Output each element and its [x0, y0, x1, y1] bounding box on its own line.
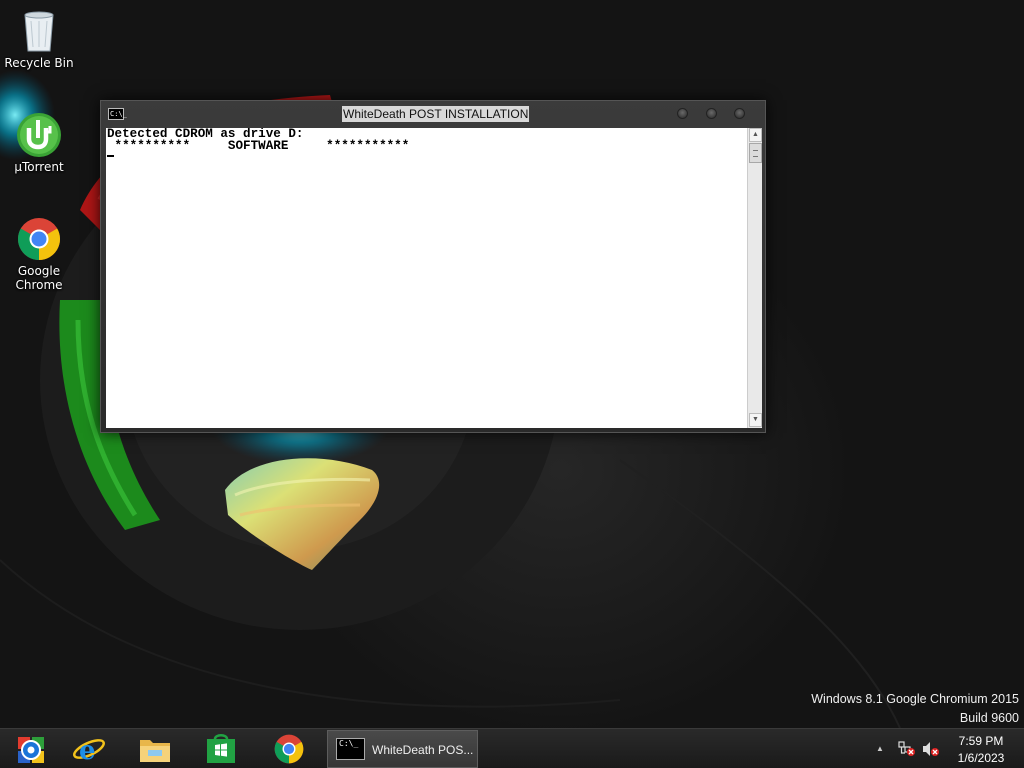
utorrent-icon [16, 112, 62, 158]
console-line: ********** SOFTWARE *********** [107, 139, 410, 153]
console-text: Detected CDROM as drive D: ********** SO… [106, 128, 747, 152]
console-output-area[interactable]: Detected CDROM as drive D: ********** SO… [106, 128, 747, 428]
scroll-up-arrow-icon[interactable]: ▲ [749, 128, 762, 142]
chrome-icon [16, 216, 62, 262]
close-button[interactable] [734, 108, 745, 119]
taskbar-pin-file-explorer[interactable] [124, 731, 186, 767]
media-center-icon [18, 737, 44, 763]
taskbar-task-label: WhiteDeath POS... [372, 743, 474, 757]
desktop-icon-google-chrome[interactable]: Google Chrome [4, 216, 74, 292]
desktop-icon-label: µTorrent [14, 160, 64, 174]
internet-explorer-icon: e [73, 736, 105, 765]
window-title-bar[interactable]: C:\_ WhiteDeath POST INSTALLATION [101, 101, 765, 127]
taskbar-clock[interactable]: 7:59 PM 1/6/2023 [950, 733, 1012, 767]
text-cursor [107, 155, 114, 157]
scroll-down-arrow-icon[interactable]: ▼ [749, 413, 762, 427]
volume-muted-icon[interactable] [922, 741, 940, 757]
taskbar: e C:\_ WhiteDeath POS... ▲ 7:59 PM 1/6/2… [0, 728, 1024, 768]
desktop-icon-label: Recycle Bin [4, 56, 74, 70]
recycle-bin-icon [16, 8, 62, 54]
windows-build-watermark: Windows 8.1 Google Chromium 2015 Build 9… [811, 690, 1019, 728]
maximize-button[interactable] [706, 108, 717, 119]
vertical-scrollbar[interactable]: ▲ ▼ [747, 128, 762, 428]
window-title: WhiteDeath POST INSTALLATION [342, 106, 530, 122]
taskbar-pin-windows-store[interactable] [190, 731, 252, 767]
taskbar-task-whitedeath-console[interactable]: C:\_ WhiteDeath POS... [327, 730, 478, 768]
windows-store-icon [207, 734, 235, 763]
minimize-button[interactable] [677, 108, 688, 119]
taskbar-pin-media-center[interactable] [0, 731, 62, 767]
watermark-line-2: Build 9600 [959, 711, 1019, 725]
taskbar-pin-google-chrome[interactable] [258, 731, 320, 767]
show-hidden-icons-chevron-icon[interactable]: ▲ [876, 744, 884, 753]
chrome-icon [274, 734, 304, 764]
desktop-icon-recycle-bin[interactable]: Recycle Bin [4, 8, 74, 70]
watermark-line-1: Windows 8.1 Google Chromium 2015 [811, 692, 1019, 706]
command-prompt-icon: C:\_ [336, 738, 365, 760]
console-window[interactable]: C:\_ WhiteDeath POST INSTALLATION Detect… [100, 100, 766, 433]
scrollbar-thumb[interactable] [749, 143, 762, 163]
svg-text:e: e [79, 736, 96, 765]
network-error-icon[interactable] [898, 741, 916, 757]
desktop-icon-label: Google Chrome [15, 264, 63, 292]
command-prompt-icon: C:\_ [108, 108, 127, 120]
desktop-icon-utorrent[interactable]: µTorrent [4, 112, 74, 174]
taskbar-pin-internet-explorer[interactable]: e [58, 731, 120, 767]
clock-time: 7:59 PM [958, 734, 1004, 748]
clock-date: 1/6/2023 [957, 751, 1005, 765]
file-explorer-icon [140, 740, 170, 762]
